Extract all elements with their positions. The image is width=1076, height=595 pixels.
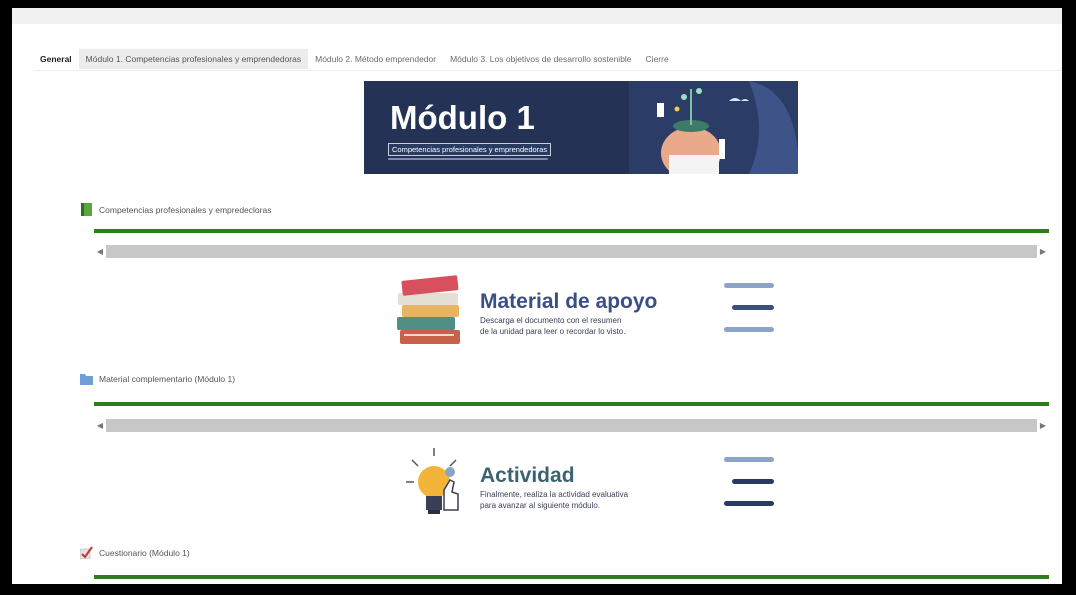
tab-modulo-3[interactable]: Módulo 3. Los objetivos de desarrollo so… xyxy=(443,49,638,69)
quiz-check-icon xyxy=(80,546,93,559)
banner-subtitle: Competencias profesionales y emprendedor… xyxy=(388,143,552,156)
section-divider xyxy=(94,575,1049,579)
tab-modulo-1[interactable]: Módulo 1. Competencias profesionales y e… xyxy=(78,49,309,69)
activity-title: Actividad xyxy=(480,464,575,487)
page-frame: General Módulo 1. Competencias profesion… xyxy=(12,8,1062,584)
tab-cierre[interactable]: Cierre xyxy=(639,49,676,69)
books-icon xyxy=(397,275,460,344)
module-banner: Módulo 1 Competencias profesionales y em… xyxy=(364,81,798,174)
section-material-complementario[interactable]: Material complementario (Módulo 1) xyxy=(80,372,235,385)
scroll-left-icon[interactable]: ◀ xyxy=(94,247,106,256)
folder-icon xyxy=(80,374,93,385)
scroll-track[interactable] xyxy=(106,419,1037,432)
course-tabs: General Módulo 1. Competencias profesion… xyxy=(34,48,1062,71)
material-title: Material de apoyo xyxy=(480,290,658,313)
section-label: Material complementario (Módulo 1) xyxy=(99,373,236,384)
material-desc-2: de la unidad para leer o recordar lo vis… xyxy=(480,327,626,336)
banner-title: Módulo 1 xyxy=(390,99,535,136)
scroll-right-icon[interactable]: ▶ xyxy=(1037,247,1049,256)
section-divider xyxy=(94,229,1049,233)
scroll-right-icon[interactable]: ▶ xyxy=(1037,421,1049,430)
tab-general[interactable]: General xyxy=(34,49,79,69)
horizontal-scrollbar[interactable]: ◀ ▶ xyxy=(94,244,1049,259)
top-bar xyxy=(12,8,1062,24)
activity-card[interactable]: Actividad Finalmente, realiza la activid… xyxy=(364,440,798,530)
activity-desc-2: para avanzar al siguiente módulo. xyxy=(480,501,601,510)
scroll-track[interactable] xyxy=(106,245,1037,258)
section-competencias[interactable]: Competencias profesionales y empredeclor… xyxy=(80,203,271,216)
material-card[interactable]: Material de apoyo Descarga el documento … xyxy=(364,266,798,356)
section-label: Competencias profesionales y empredeclor… xyxy=(99,204,272,215)
lightbulb-icon xyxy=(406,448,459,514)
activity-desc-1: Finalmente, realiza la actividad evaluat… xyxy=(480,490,629,499)
banner-illustration xyxy=(629,81,798,174)
material-desc-1: Descarga el documento con el resumen xyxy=(480,316,622,325)
banner-underline xyxy=(388,158,548,160)
section-divider xyxy=(94,402,1049,406)
section-cuestionario[interactable]: Cuestionario (Módulo 1) xyxy=(80,546,190,559)
scroll-left-icon[interactable]: ◀ xyxy=(94,421,106,430)
book-icon xyxy=(81,203,92,216)
horizontal-scrollbar[interactable]: ◀ ▶ xyxy=(94,418,1049,433)
tab-modulo-2[interactable]: Módulo 2. Método emprendedor xyxy=(308,49,443,69)
section-label: Cuestionario (Módulo 1) xyxy=(99,547,190,558)
